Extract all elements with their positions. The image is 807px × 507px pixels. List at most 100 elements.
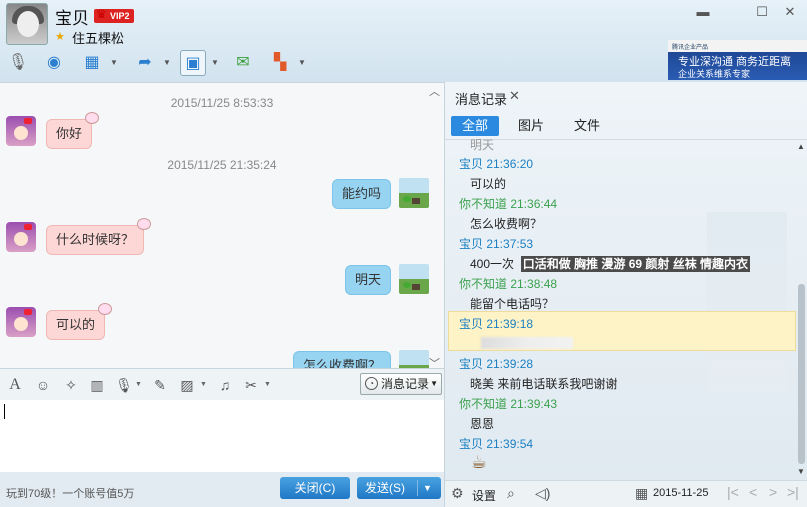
- avatar-face: [14, 232, 28, 246]
- next-page-icon[interactable]: >: [769, 484, 777, 500]
- history-date[interactable]: 2015-11-25: [653, 487, 708, 499]
- chevron-down-icon[interactable]: ▼: [200, 381, 207, 388]
- edit-icon[interactable]: ✎: [151, 376, 169, 394]
- message-bubble-out[interactable]: 能约吗: [332, 179, 392, 209]
- chat-timestamp: 2015/11/25 21:35:24: [167, 158, 277, 172]
- speaker-icon[interactable]: ◁): [535, 485, 550, 502]
- screenshot-icon[interactable]: ✂: [242, 376, 260, 394]
- vip-badge[interactable]: ♛ VIP2: [94, 7, 134, 23]
- star-icon: ★: [55, 31, 65, 43]
- history-header: 宝贝 21:39:28: [459, 357, 534, 371]
- bow-icon: [24, 224, 32, 230]
- message-bubble-in[interactable]: 你好: [46, 112, 100, 149]
- self-avatar[interactable]: [399, 350, 429, 368]
- history-message: 能留个电话吗？: [470, 297, 555, 311]
- avatar-face: [17, 11, 39, 37]
- chevron-down-icon[interactable]: ▼: [298, 58, 306, 67]
- filter-images[interactable]: 图片: [511, 116, 551, 136]
- self-avatar[interactable]: [399, 264, 429, 294]
- close-button[interactable]: 关闭(C): [280, 477, 350, 499]
- image-icon[interactable]: ▨: [178, 376, 196, 394]
- tree-icon: [403, 282, 411, 288]
- history-message: 恩恩: [470, 417, 495, 431]
- calendar-icon[interactable]: ▦: [635, 485, 648, 502]
- vip-label: VIP2: [110, 11, 130, 21]
- ad-banner[interactable]: 腾讯企业产品 专业深沟通 商务近距离 企业关系维系专家: [668, 40, 807, 80]
- remote-assist-icon[interactable]: ▣: [180, 50, 206, 76]
- chat-message-area[interactable]: ︿ 2015/11/25 8:53:33 你好 2015/11/25 21:35…: [0, 82, 444, 368]
- chevron-down-icon[interactable]: ▼: [135, 381, 142, 388]
- scroll-down-icon[interactable]: ▼: [797, 467, 805, 476]
- blurred-content: [481, 337, 573, 349]
- self-avatar[interactable]: [399, 178, 429, 208]
- chevron-down-icon[interactable]: ▼: [110, 58, 118, 67]
- screen-share-icon[interactable]: ▦: [79, 50, 105, 76]
- music-icon[interactable]: ♫: [216, 376, 234, 394]
- message-record-label: 消息记录: [381, 377, 430, 391]
- tree-icon: [403, 196, 411, 202]
- bottom-bar: 玩到70级！一个账号值5万 关闭(C) 发送(S) ▼: [0, 472, 444, 507]
- history-header: 你不知道 21:36:44: [459, 197, 558, 211]
- peer-avatar[interactable]: [6, 307, 36, 337]
- promo-link[interactable]: 玩到70级！一个账号值5万: [6, 485, 134, 501]
- chevron-down-icon[interactable]: ▼: [423, 477, 432, 499]
- message-record-button[interactable]: ◔ 消息记录 ▼: [360, 373, 442, 395]
- magic-icon[interactable]: ✧: [62, 376, 80, 394]
- settings-label[interactable]: 设置: [472, 487, 496, 504]
- hut-icon: [412, 284, 420, 290]
- close-icon[interactable]: ✕: [509, 88, 520, 104]
- history-message: 晓美 来前电话联系我吧谢谢: [470, 377, 618, 391]
- minimize-button[interactable]: ▬: [693, 4, 713, 20]
- voice-icon[interactable]: 🎙: [115, 376, 133, 394]
- contact-name[interactable]: 宝贝: [55, 4, 89, 29]
- crown-icon: ♛: [96, 7, 107, 21]
- bow-icon: [24, 309, 32, 315]
- peer-avatar[interactable]: [6, 222, 36, 252]
- send-button[interactable]: 发送(S) ▼: [357, 477, 441, 499]
- font-icon[interactable]: A: [6, 376, 24, 394]
- microphone-icon[interactable]: 🎙: [5, 50, 31, 76]
- message-bubble-out[interactable]: 明天: [345, 265, 392, 295]
- close-window-button[interactable]: ✕: [780, 4, 800, 20]
- search-icon[interactable]: ⌕: [507, 485, 515, 502]
- avatar-face: [14, 317, 28, 331]
- message-input[interactable]: [0, 400, 444, 472]
- chevron-down-icon[interactable]: ▼: [163, 58, 171, 67]
- history-header: 宝贝 21:39:54: [459, 437, 534, 451]
- gear-icon[interactable]: ⚙: [451, 485, 464, 502]
- history-message-text: 400一次: [470, 257, 515, 271]
- apps-icon[interactable]: ▚: [267, 50, 293, 76]
- send-label: 发送(S): [365, 481, 405, 495]
- pig-icon: [85, 112, 100, 124]
- video-icon[interactable]: ◉: [41, 50, 67, 76]
- filter-all[interactable]: 全部: [451, 116, 499, 136]
- shake-icon[interactable]: ▥: [88, 376, 106, 394]
- history-header: 宝贝 21:36:20: [459, 157, 534, 171]
- message-bubble-in[interactable]: 可以的: [46, 303, 113, 340]
- history-header: 你不知道 21:38:48: [459, 277, 558, 291]
- restore-button[interactable]: ☐: [752, 4, 772, 20]
- message-bubble-out[interactable]: 怎么收费啊？: [293, 351, 392, 368]
- history-message: 可以的: [470, 177, 507, 191]
- tab-message-history[interactable]: 消息记录: [455, 89, 507, 108]
- file-transfer-icon[interactable]: ➦: [132, 50, 158, 76]
- text-caret: [4, 404, 5, 419]
- message-add-icon[interactable]: ✉: [230, 50, 256, 76]
- prev-page-icon[interactable]: <: [749, 484, 757, 500]
- pig-icon: [137, 218, 152, 230]
- scroll-up-icon[interactable]: ▲: [797, 142, 805, 151]
- emoji-icon[interactable]: ☺: [34, 376, 52, 394]
- history-header: 宝贝 21:39:18: [459, 317, 534, 331]
- expand-icon[interactable]: ﹀: [429, 355, 440, 368]
- peer-avatar[interactable]: [6, 116, 36, 146]
- message-bubble-in[interactable]: 什么时候呀？: [46, 218, 152, 255]
- history-header: 宝贝 21:37:53: [459, 237, 534, 251]
- chevron-down-icon[interactable]: ▼: [264, 381, 271, 388]
- chevron-down-icon[interactable]: ▼: [211, 58, 219, 67]
- first-page-icon[interactable]: |<: [727, 484, 739, 500]
- contact-avatar[interactable]: [6, 3, 48, 45]
- scroll-thumb[interactable]: [798, 284, 805, 464]
- last-page-icon[interactable]: >|: [787, 484, 799, 500]
- filter-files[interactable]: 文件: [567, 116, 607, 136]
- divider: [445, 139, 807, 140]
